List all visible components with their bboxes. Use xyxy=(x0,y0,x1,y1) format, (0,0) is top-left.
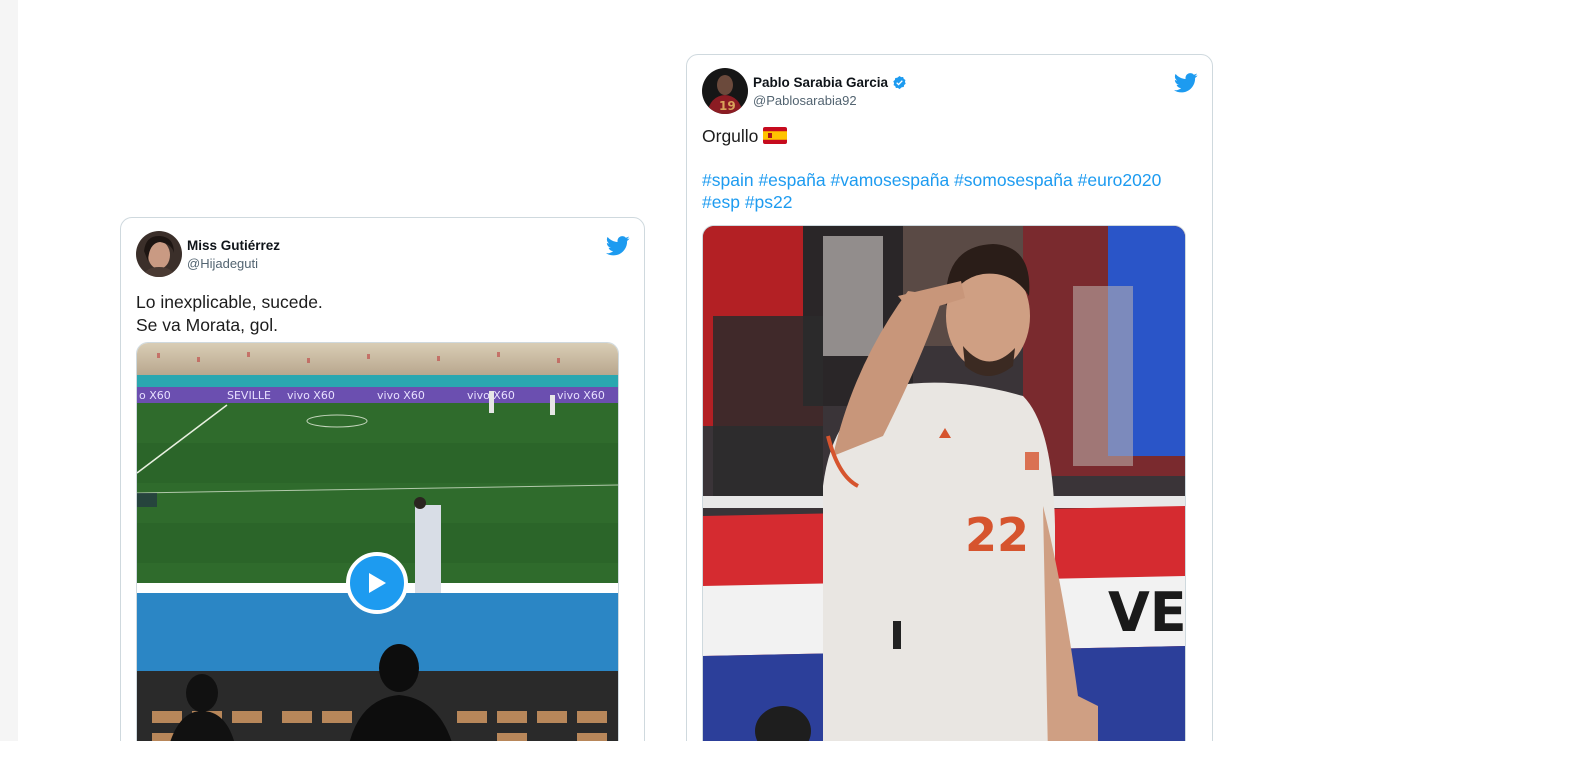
hashtag-link[interactable]: #spain xyxy=(702,170,754,190)
play-icon xyxy=(369,573,386,593)
author-name[interactable]: Miss Gutiérrez xyxy=(187,238,280,253)
svg-text:VE: VE xyxy=(1108,581,1186,644)
hashtag-list: #spain #españa #vamosespaña #somosespaña… xyxy=(702,169,1197,213)
verified-badge-icon xyxy=(893,75,906,89)
tweet-photo[interactable]: VE 22 xyxy=(702,225,1186,741)
tweet-header: Miss Gutiérrez @Hijadeguti xyxy=(136,230,280,278)
twitter-bird-icon[interactable] xyxy=(1174,73,1198,93)
avatar[interactable]: 19 xyxy=(702,68,748,114)
author-handle[interactable]: @Pablosarabia92 xyxy=(753,93,907,108)
hashtag-link[interactable]: #ps22 xyxy=(745,192,793,212)
tweet-text-word: Orgullo xyxy=(702,126,759,146)
hashtag-link[interactable]: #vamosespaña xyxy=(830,170,949,190)
tweet-header: 19 Pablo Sarabia Garcia @Pablosarabia92 xyxy=(702,67,907,115)
svg-text:22: 22 xyxy=(965,508,1029,562)
embed-page: Miss Gutiérrez @Hijadeguti Lo inexplicab… xyxy=(18,0,1594,741)
tweet-text-line: Orgullo xyxy=(702,125,788,148)
hashtag-link[interactable]: #españa xyxy=(758,170,825,190)
svg-text:vivo X60: vivo X60 xyxy=(557,389,605,402)
svg-text:19: 19 xyxy=(719,99,736,113)
twitter-bird-icon[interactable] xyxy=(606,236,630,256)
tweet-video[interactable]: o X60 SEVILLE vivo X60 vivo X60 vivo X60 viv… xyxy=(136,342,619,741)
tweet-card-pablo-sarabia[interactable]: 19 Pablo Sarabia Garcia @Pablosarabia92 … xyxy=(686,54,1213,741)
hashtag-link[interactable]: #esp xyxy=(702,192,740,212)
tweet-text: Orgullo xyxy=(702,125,788,148)
svg-text:vivo X60: vivo X60 xyxy=(377,389,425,402)
spain-flag-icon xyxy=(763,127,788,144)
hashtag-link[interactable]: #euro2020 xyxy=(1078,170,1162,190)
hashtag-link[interactable]: #somosespaña xyxy=(954,170,1073,190)
tweet-text: Lo inexplicable, sucede. Se va Morata, g… xyxy=(136,291,323,337)
author-name[interactable]: Pablo Sarabia Garcia xyxy=(753,75,888,90)
svg-text:vivo X60: vivo X60 xyxy=(287,389,335,402)
bottom-strip xyxy=(0,741,1594,765)
svg-text:SEVILLE: SEVILLE xyxy=(227,389,271,402)
tweet-text-line: Se va Morata, gol. xyxy=(136,315,279,335)
tweet-text-line: Lo inexplicable, sucede. xyxy=(136,292,323,312)
avatar[interactable] xyxy=(136,231,182,277)
play-button[interactable] xyxy=(346,552,408,614)
tweet-card-miss-gutierrez[interactable]: Miss Gutiérrez @Hijadeguti Lo inexplicab… xyxy=(120,217,645,741)
author-handle[interactable]: @Hijadeguti xyxy=(187,256,280,271)
svg-text:o X60: o X60 xyxy=(139,389,171,402)
